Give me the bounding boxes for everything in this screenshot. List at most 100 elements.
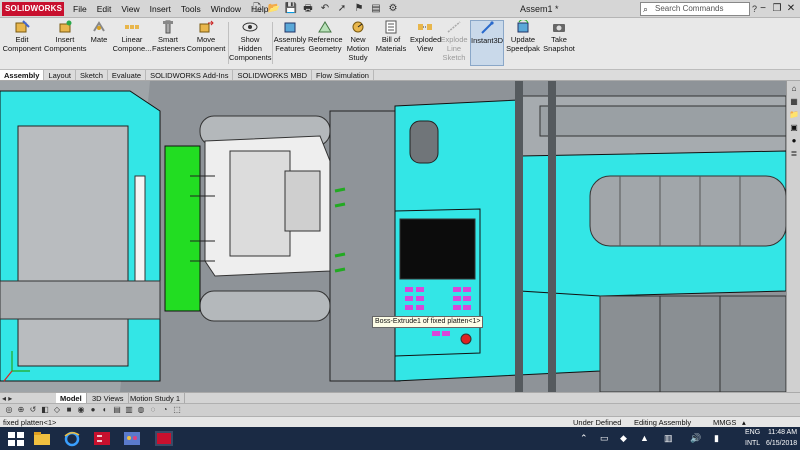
tray-alert-icon[interactable]: ▲ — [640, 433, 649, 444]
tab-flow-simulation[interactable]: Flow Simulation — [312, 70, 374, 80]
file-explorer-taskbar-icon[interactable] — [32, 430, 52, 447]
linear-pattern-button[interactable]: Linear Compone... — [112, 20, 152, 53]
tab-assembly[interactable]: Assembly — [0, 70, 45, 80]
update-speedpak-button[interactable]: Update Speedpak — [506, 20, 540, 53]
perspective-icon[interactable]: ⬚ — [172, 405, 182, 415]
network-icon[interactable]: ▥ — [664, 433, 673, 444]
display-pane-icon[interactable]: ▥ — [124, 405, 134, 415]
rebuild-icon[interactable]: ⚑ — [352, 2, 366, 16]
assembly-features-button[interactable]: Assembly Features — [273, 20, 307, 53]
battery-icon[interactable]: ▮ — [714, 433, 719, 444]
apply-scene-icon[interactable]: ◐ — [100, 405, 110, 415]
file-properties-icon[interactable]: ▤ — [369, 2, 383, 16]
assembly-model-render[interactable] — [0, 81, 786, 392]
view-orientation-icon[interactable]: ◇ — [52, 405, 62, 415]
language-primary[interactable]: ENG — [745, 427, 760, 438]
volume-icon[interactable]: 🔊 — [690, 433, 701, 444]
document-title: Assem1 * — [520, 4, 559, 14]
solidworks-resources-icon[interactable]: ⌂ — [789, 84, 799, 94]
window-controls: − ❐ ✕ — [756, 0, 798, 18]
mate-button[interactable]: Mate — [88, 20, 110, 44]
exploded-view-button[interactable]: Exploded View — [410, 20, 441, 53]
ambient-occlusion-icon[interactable]: ◔ — [160, 405, 170, 415]
clock-time[interactable]: 11:48 AM — [768, 427, 797, 438]
search-placeholder: Search Commands — [655, 4, 724, 13]
tray-app-icon[interactable]: ◆ — [620, 433, 627, 444]
display-style-icon[interactable]: ■ — [64, 405, 74, 415]
previous-view-icon[interactable]: ↺ — [28, 405, 38, 415]
insert-components-button[interactable]: Insert Components — [44, 20, 87, 53]
assembly-features-icon — [284, 22, 296, 33]
minimize-button[interactable]: − — [756, 0, 770, 18]
zoom-area-icon[interactable]: ⊕ — [16, 405, 26, 415]
insert-components-icon — [59, 20, 72, 33]
menu-edit[interactable]: Edit — [92, 0, 117, 18]
edit-appearance-icon[interactable]: ● — [88, 405, 98, 415]
graphics-area[interactable]: Boss-Extrude1 of fixed platten<1> — [0, 81, 786, 392]
reference-geometry-icon — [318, 21, 332, 33]
instant3d-icon — [481, 21, 494, 34]
tab-solidworks-add-ins[interactable]: SOLIDWORKS Add-Ins — [146, 70, 234, 80]
internet-explorer-icon[interactable] — [62, 430, 82, 447]
tray-up-arrow-icon[interactable]: ⌃ — [580, 433, 588, 444]
command-tabs: Assembly Layout Sketch Evaluate SOLIDWOR… — [0, 70, 800, 81]
options-gear-icon[interactable]: ⚙ — [386, 2, 400, 16]
solidworks-logo[interactable]: SOLIDWORKS — [2, 2, 64, 16]
task-pane: ⌂ ▦ 📁 ▣ ● ≣ — [786, 81, 800, 392]
take-snapshot-icon — [553, 24, 565, 32]
solidworks-logo-text: SOLIDWORKS — [5, 4, 63, 13]
clock-date[interactable]: 6/15/2018 — [766, 438, 797, 449]
menu-bar: File Edit View Insert Tools Window Help — [68, 0, 273, 18]
new-motion-study-button[interactable]: New Motion Study — [344, 20, 372, 62]
solidworks-2015-active-icon[interactable] — [154, 430, 174, 447]
instant3d-button[interactable]: Instant3D — [470, 20, 504, 66]
status-bar: fixed platten<1> Under Defined Editing A… — [0, 416, 800, 427]
tab-solidworks-mbd[interactable]: SOLIDWORKS MBD — [233, 70, 313, 80]
custom-properties-icon[interactable]: ≣ — [789, 149, 799, 159]
section-view-icon[interactable]: ◧ — [40, 405, 50, 415]
open-folder-icon[interactable]: 📂 — [267, 2, 281, 16]
smart-fasteners-button[interactable]: Smart Fasteners — [152, 20, 185, 53]
edit-component-button[interactable]: Edit Component — [2, 20, 42, 53]
edit-component-icon — [15, 20, 30, 33]
new-document-icon[interactable]: 🗋 — [250, 2, 264, 16]
view-settings-icon[interactable]: ▤ — [112, 405, 122, 415]
zoom-fit-icon[interactable]: ◎ — [4, 405, 14, 415]
menu-view[interactable]: View — [116, 0, 144, 18]
solidworks-2015-icon[interactable] — [92, 430, 112, 447]
realview-icon[interactable]: ◍ — [136, 405, 146, 415]
language-secondary[interactable]: INTL — [745, 438, 760, 449]
move-component-button[interactable]: Move Component — [186, 20, 226, 53]
tray-display-icon[interactable]: ▭ — [600, 433, 609, 444]
explode-line-sketch-button[interactable]: Explode Line Sketch — [440, 20, 468, 62]
menu-insert[interactable]: Insert — [145, 0, 176, 18]
restore-button[interactable]: ❐ — [770, 0, 784, 18]
select-arrow-icon[interactable]: ➚ — [335, 2, 349, 16]
reference-geometry-button[interactable]: Reference Geometry — [308, 20, 343, 53]
menu-tools[interactable]: Tools — [176, 0, 206, 18]
shadows-icon[interactable]: ◌ — [148, 405, 158, 415]
explode-line-sketch-icon — [447, 21, 461, 33]
print-icon[interactable]: 🖶 — [301, 2, 315, 16]
undo-icon[interactable]: ↶ — [318, 2, 332, 16]
paint-app-icon[interactable] — [122, 430, 142, 447]
show-hidden-components-button[interactable]: Show Hidden Components — [229, 20, 272, 62]
search-commands-input[interactable]: ⌕ Search Commands — [640, 2, 750, 16]
tab-layout[interactable]: Layout — [44, 70, 76, 80]
windows-start-icon[interactable] — [6, 430, 26, 447]
appearances-icon[interactable]: ● — [789, 136, 799, 146]
menu-file[interactable]: File — [68, 0, 92, 18]
menu-window[interactable]: Window — [206, 0, 246, 18]
design-library-icon[interactable]: ▦ — [789, 97, 799, 107]
tab-sketch[interactable]: Sketch — [76, 70, 108, 80]
save-icon[interactable]: 💾 — [284, 2, 298, 16]
file-explorer-icon[interactable]: 📁 — [789, 110, 799, 120]
bill-of-materials-button[interactable]: Bill of Materials — [374, 20, 408, 53]
take-snapshot-button[interactable]: Take Snapshot — [542, 20, 576, 53]
hide-show-items-icon[interactable]: ◉ — [76, 405, 86, 415]
tab-evaluate[interactable]: Evaluate — [108, 70, 147, 80]
windows-taskbar: ⌃ ▭ ◆ ▲ ▥ 🔊 ▮ ENG INTL 11:48 AM 6/15/201… — [0, 427, 800, 450]
exploded-view-icon — [418, 24, 432, 30]
close-button[interactable]: ✕ — [784, 0, 798, 18]
view-palette-icon[interactable]: ▣ — [789, 123, 799, 133]
